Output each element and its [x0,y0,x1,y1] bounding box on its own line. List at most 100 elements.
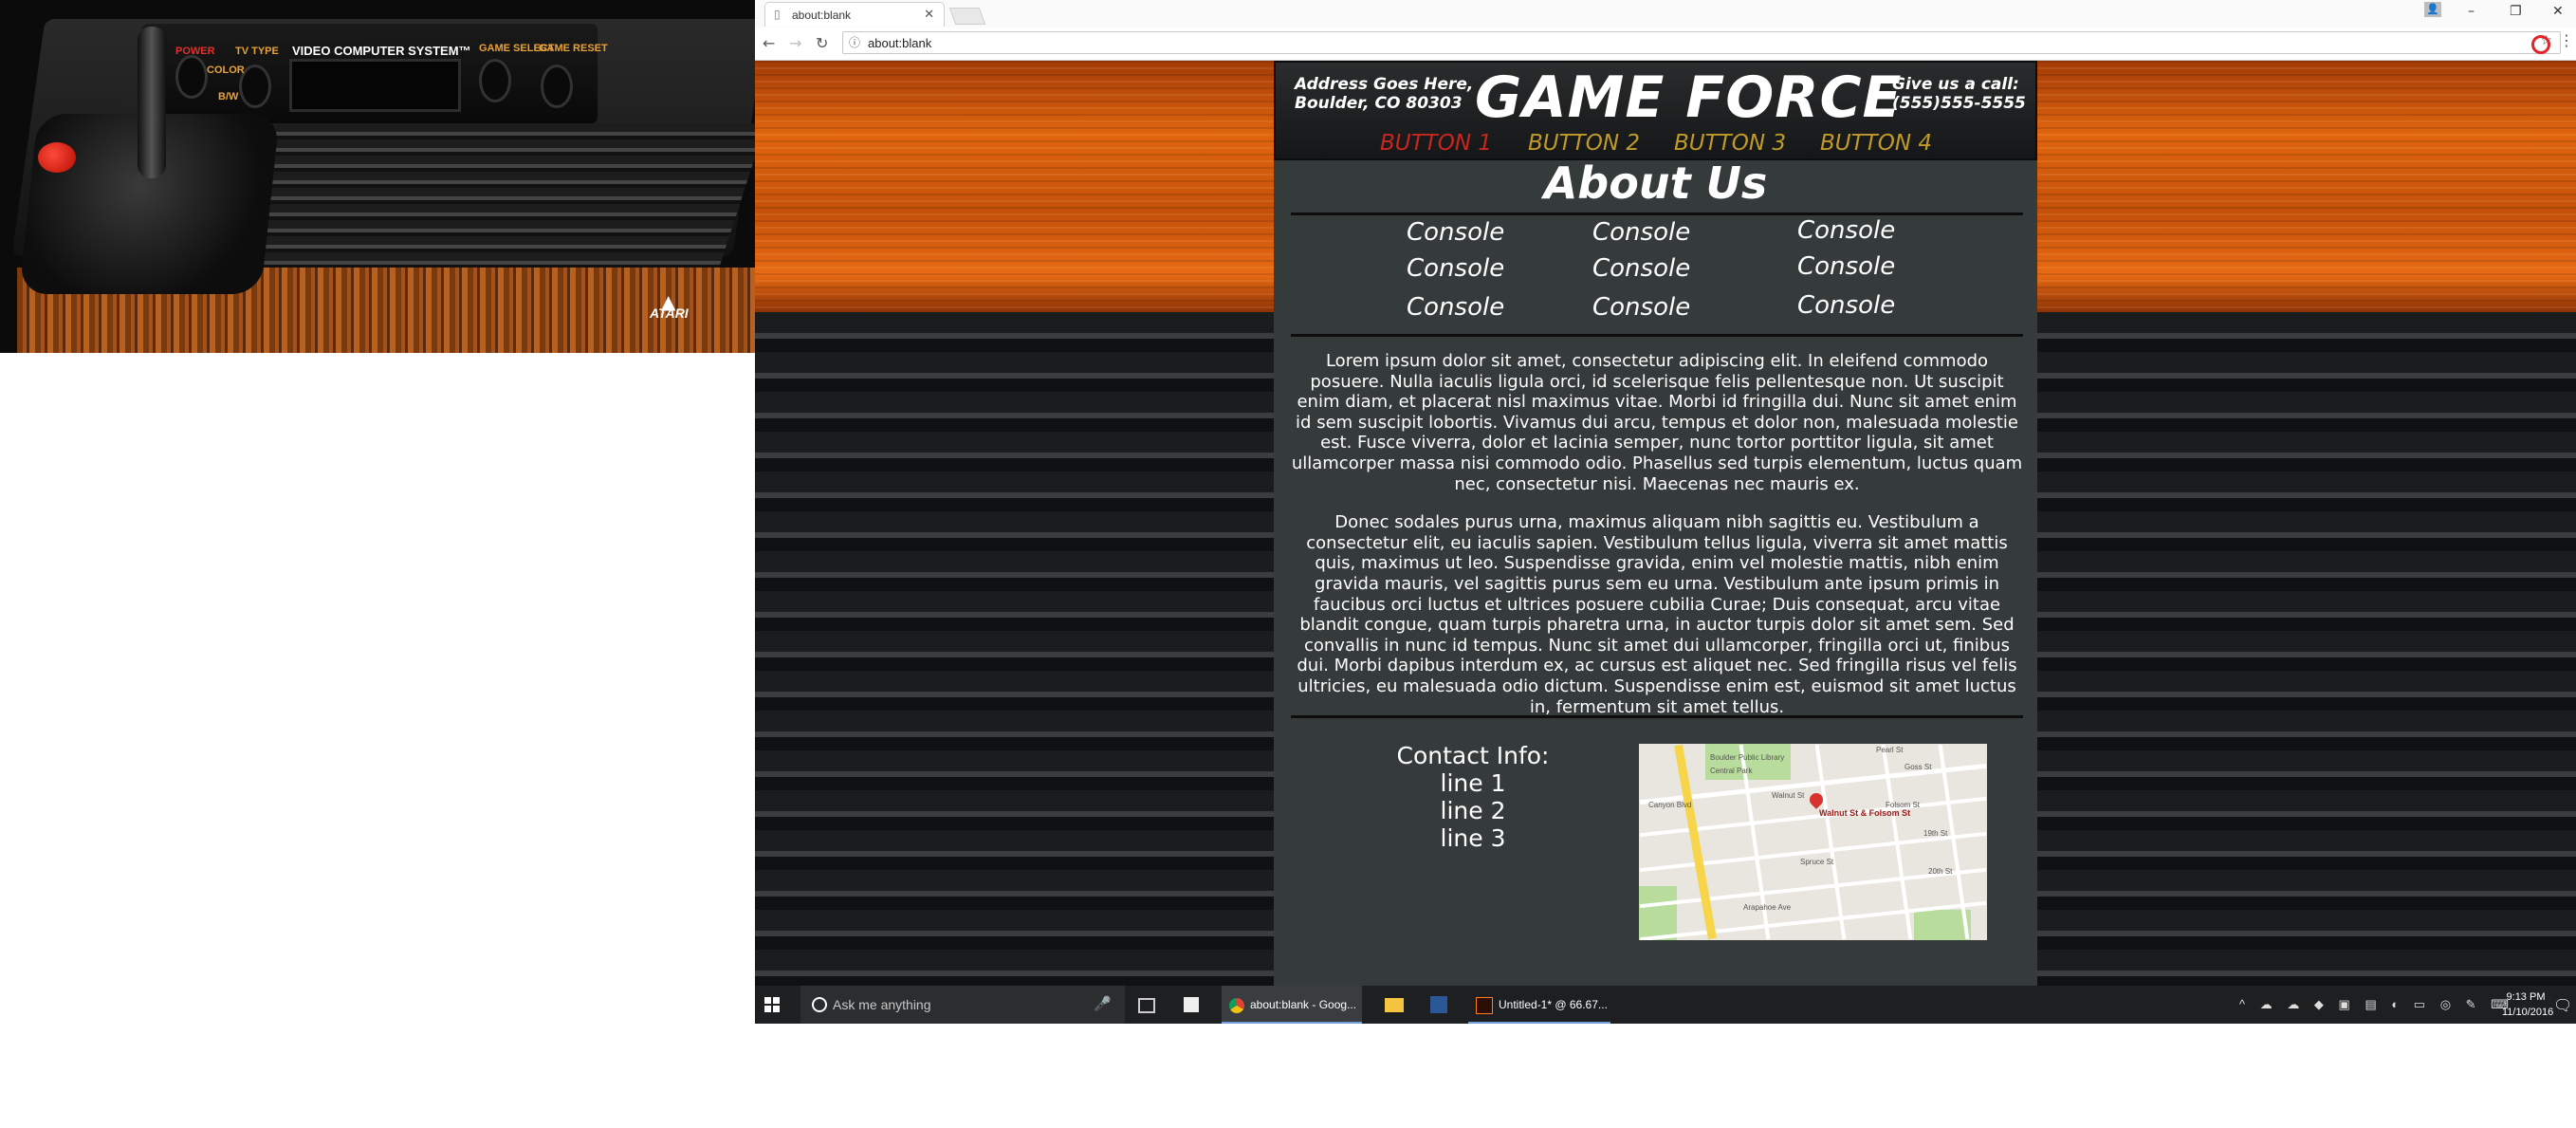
menu-icon[interactable]: ⋮ [2559,31,2574,49]
console-link[interactable]: Console [1407,218,1504,247]
address-text: Address Goes Here, Boulder, CO 80303 [1295,75,1474,113]
url-input[interactable] [866,33,2501,52]
page-icon: ▯ [774,8,781,21]
taskbar-search[interactable]: Ask me anything 🎤 [800,986,1125,1024]
taskbar-clock[interactable]: 9:13 PM 11/10/2016 [2502,989,2554,1020]
back-arrow-icon[interactable]: ← [763,34,775,52]
map-label: Canyon Blvd [1648,801,1692,809]
start-tile [764,1006,771,1012]
nav-button-3[interactable]: BUTTON 3 [1674,131,1786,156]
window-close-icon[interactable]: ✕ [2552,4,2564,19]
restore-icon[interactable]: ❐ [2510,4,2522,19]
map-park [1639,886,1677,940]
taskbar-illustrator-app[interactable]: Untitled-1* @ 66.67... [1468,986,1610,1024]
divider [1291,213,2023,215]
start-tile [773,1006,780,1012]
store-icon[interactable] [1184,997,1199,1012]
paragraph: Lorem ipsum dolor sit amet, consectetur … [1291,351,2023,494]
power-label: POWER [175,46,215,57]
map-label: Goss St [1904,763,1932,771]
cartridge-slot [289,59,461,112]
map-label: Pearl St [1876,746,1904,754]
contact-info: Contact Info: line 1 line 2 line 3 [1331,742,1615,852]
browser-toolbar: ← → ↻ ⓘ ☆ [755,28,2576,61]
close-icon[interactable]: ✕ [924,7,934,22]
clock-time: 9:13 PM [2506,991,2546,1003]
console-link[interactable]: Console [1407,293,1504,322]
page-viewport: Address Goes Here, Boulder, CO 80303 GAM… [755,61,2576,986]
console-link[interactable]: Console [1407,254,1504,283]
console-link[interactable]: Console [1797,216,1895,245]
notification-icon[interactable]: 🗨 [2553,996,2572,1015]
nav-button-1[interactable]: BUTTON 1 [1380,131,1492,156]
map-label: Central Park [1710,767,1753,775]
game-reset-label: GAME RESET [539,43,608,54]
console-link[interactable]: Console [1592,293,1690,322]
about-heading: About Us [1543,157,1768,209]
vcs-label: VIDEO COMPUTER SYSTEM™ [292,44,471,58]
cortana-icon [812,997,827,1012]
opera-icon[interactable] [2531,35,2550,54]
clock-date: 11/10/2016 [2502,1007,2554,1018]
map-label: Arapahoe Ave [1743,903,1792,912]
page-container: Address Goes Here, Boulder, CO 80303 GAM… [1274,61,2037,986]
profile-icon[interactable]: 👤 [2424,2,2441,17]
console-link[interactable]: Console [1592,218,1690,247]
contact-line: line 1 [1440,769,1506,797]
joystick-stick [138,27,166,178]
map-road [1814,744,1847,940]
map-pin-label: Walnut St & Folsom St [1819,808,1911,818]
map-label: 19th St [1923,829,1948,838]
phone-number[interactable]: (555)555-5555 [1892,94,2026,113]
reload-icon[interactable]: ↻ [816,34,828,52]
contact-heading: Contact Info: [1396,742,1550,769]
contact-line: line 3 [1440,824,1506,852]
game-select-switch [479,59,511,102]
new-tab-button[interactable] [948,8,986,25]
joystick-fire-button [38,142,76,173]
map-label: Spruce St [1800,858,1834,866]
windows-start-icon[interactable] [764,997,780,1012]
color-label: COLOR [207,65,245,76]
taskbar-app-label: about:blank - Goog... [1250,998,1357,1011]
forward-arrow-icon[interactable]: → [789,34,801,52]
paragraph: Donec sodales purus urna, maximus aliqua… [1297,512,2017,717]
bw-label: B/W [218,91,239,102]
browser-tab[interactable]: ▯ about:blank ✕ [764,2,945,27]
word-icon[interactable] [1430,996,1447,1013]
contact-line: line 2 [1440,797,1506,824]
site-title[interactable]: GAME FORCE [1475,65,1902,131]
about-body: Lorem ipsum dolor sit amet, consectetur … [1287,351,2027,735]
tab-strip: ▯ about:blank ✕ 👤 – ❐ ✕ [755,0,2576,28]
address-bar[interactable]: ⓘ ☆ [842,31,2561,54]
microphone-icon[interactable]: 🎤 [1094,995,1112,1012]
task-view-icon[interactable] [1138,998,1155,1013]
nav-button-2[interactable]: BUTTON 2 [1528,131,1640,156]
search-placeholder: Ask me anything [833,997,931,1012]
power-switch [175,55,208,99]
minimize-icon[interactable]: – [2468,4,2475,19]
illustrator-icon [1476,996,1493,1014]
nav-button-4[interactable]: BUTTON 4 [1820,131,1932,156]
start-tile [773,997,780,1004]
browser-window: ▯ about:blank ✕ 👤 – ❐ ✕ ← → ↻ ⓘ ☆ ⋮ Addr… [755,0,2576,1024]
atari-brand-text: ATARI [650,305,689,321]
chrome-icon [1229,997,1244,1013]
divider [1291,715,2023,718]
call-info: Give us a call: (555)555-5555 [1892,75,2026,113]
divider [1291,334,2023,337]
file-explorer-icon[interactable] [1385,998,1404,1012]
call-label: Give us a call: [1892,75,2019,94]
windows-taskbar: Ask me anything 🎤 about:blank - Goog... … [755,986,2576,1024]
site-header: Address Goes Here, Boulder, CO 80303 GAM… [1274,61,2037,160]
console-link[interactable]: Console [1797,252,1895,281]
console-link[interactable]: Console [1797,291,1895,320]
system-tray-icons[interactable]: ^ ☁ ☁ ◆ ▣ ▤ ◐ ▭ ◎ ✎ ⌨ [2239,997,2514,1012]
location-map[interactable]: Pearl St Walnut St Folsom St Canyon Blvd… [1639,744,1987,940]
taskbar-app-label: Untitled-1* @ 66.67... [1499,998,1608,1011]
info-icon[interactable]: ⓘ [849,34,860,50]
taskbar-chrome-app[interactable]: about:blank - Goog... [1222,986,1362,1024]
tv-type-label: TV TYPE [235,46,279,57]
map-label: Boulder Public Library [1710,753,1785,762]
console-link[interactable]: Console [1592,254,1690,283]
